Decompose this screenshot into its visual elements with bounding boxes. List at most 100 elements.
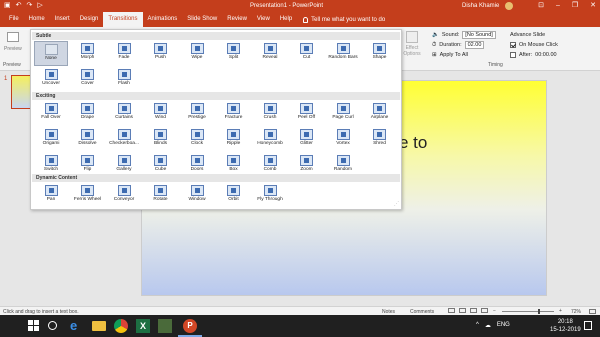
- transition-drape[interactable]: Drape: [71, 101, 105, 126]
- tab-design[interactable]: Design: [75, 12, 104, 27]
- transition-wipe[interactable]: Wipe: [180, 41, 214, 66]
- transition-fracture[interactable]: Fracture: [217, 101, 251, 126]
- normal-view-icon[interactable]: [448, 308, 455, 313]
- transition-split[interactable]: Split: [217, 41, 251, 66]
- transition-peel-off[interactable]: Peel Off: [290, 101, 324, 126]
- slide-title-text[interactable]: e to: [399, 133, 427, 153]
- excel-icon[interactable]: X: [136, 319, 150, 333]
- onedrive-icon[interactable]: ☁: [485, 322, 491, 329]
- close-icon[interactable]: ✕: [590, 1, 596, 11]
- clock[interactable]: 20:18 15-12-2019: [550, 318, 581, 334]
- transition-random-bars[interactable]: Random Bars: [326, 41, 360, 66]
- on-mouse-click-checkbox[interactable]: [510, 42, 516, 48]
- language-indicator[interactable]: ENG: [497, 322, 510, 329]
- transition-window[interactable]: Window: [180, 183, 214, 208]
- tab-home[interactable]: Home: [24, 12, 50, 27]
- after-stepper[interactable]: 00:00.00: [535, 52, 556, 58]
- start-from-beginning-icon[interactable]: ▷: [37, 2, 42, 10]
- duration-stepper[interactable]: 02.00: [464, 41, 485, 49]
- avatar[interactable]: [505, 2, 513, 10]
- notifications-icon[interactable]: [584, 321, 592, 330]
- transition-curtains[interactable]: Curtains: [107, 101, 141, 126]
- search-icon[interactable]: [48, 321, 57, 330]
- transition-orbit[interactable]: Orbit: [217, 183, 251, 208]
- transition-uncover[interactable]: Uncover: [34, 67, 68, 92]
- transition-cover[interactable]: Cover: [71, 67, 105, 92]
- transition-ripple[interactable]: Ripple: [217, 127, 251, 152]
- tab-view[interactable]: View: [252, 12, 275, 27]
- tell-me-box[interactable]: Tell me what you want to do: [303, 16, 385, 23]
- edge-browser-icon[interactable]: e: [70, 319, 84, 333]
- user-name[interactable]: Disha Khamie: [462, 2, 499, 10]
- transition-honeycomb[interactable]: Honeycomb: [253, 127, 287, 152]
- window-title: Presentation1 - PowerPoint: [250, 3, 324, 9]
- tray-expand-icon[interactable]: ^: [476, 322, 479, 329]
- tab-help[interactable]: Help: [275, 12, 297, 27]
- tab-slide-show[interactable]: Slide Show: [182, 12, 222, 27]
- transition-blinds[interactable]: Blinds: [144, 127, 178, 152]
- transition-shape[interactable]: Shape: [363, 41, 397, 66]
- sound-dropdown[interactable]: [No Sound]: [462, 31, 496, 39]
- transition-reveal[interactable]: Reveal: [253, 41, 287, 66]
- save-icon[interactable]: ▣: [4, 2, 11, 10]
- transition-label: Glitter: [300, 141, 313, 146]
- preview-button[interactable]: Preview: [3, 29, 23, 57]
- transition-conveyor[interactable]: Conveyor: [107, 183, 141, 208]
- slide-show-icon[interactable]: [481, 308, 488, 313]
- tab-animations[interactable]: Animations: [143, 12, 183, 27]
- tab-file[interactable]: File: [4, 12, 24, 27]
- zoom-slider-knob[interactable]: [538, 309, 540, 314]
- transition-morph[interactable]: Morph: [71, 41, 105, 66]
- zoom-slider[interactable]: [502, 311, 554, 312]
- resize-grip-icon[interactable]: ⋰: [394, 201, 399, 207]
- powerpoint-icon[interactable]: P: [183, 319, 197, 333]
- transition-origami[interactable]: Origami: [34, 127, 68, 152]
- transition-dissolve[interactable]: Dissolve: [71, 127, 105, 152]
- zoom-out-button[interactable]: −: [493, 308, 496, 314]
- transition-wind[interactable]: Wind: [144, 101, 178, 126]
- transition-ripple-icon: [227, 129, 240, 140]
- transition-fade[interactable]: Fade: [107, 41, 141, 66]
- transition-clock[interactable]: Clock: [180, 127, 214, 152]
- transition-prestige[interactable]: Prestige: [180, 101, 214, 126]
- fit-to-window-icon[interactable]: [589, 309, 596, 314]
- after-checkbox[interactable]: [510, 52, 516, 58]
- transition-crush[interactable]: Crush: [253, 101, 287, 126]
- tab-transitions[interactable]: Transitions: [103, 12, 143, 27]
- restore-icon[interactable]: ❐: [572, 1, 578, 11]
- transition-push[interactable]: Push: [144, 41, 178, 66]
- transition-label: Uncover: [42, 81, 60, 86]
- file-explorer-icon[interactable]: [92, 321, 106, 331]
- transition-fly-through[interactable]: Fly Through: [253, 183, 287, 208]
- slide-sorter-icon[interactable]: [459, 308, 466, 313]
- transition-checkerboa[interactable]: Checkerboa...: [107, 127, 141, 152]
- minimize-icon[interactable]: –: [556, 1, 560, 11]
- apply-to-all-button[interactable]: Apply To All: [440, 52, 468, 58]
- effect-options-button[interactable]: Effect Options: [400, 31, 424, 61]
- reading-view-icon[interactable]: [470, 308, 477, 313]
- transition-cut[interactable]: Cut: [290, 41, 324, 66]
- transition-glitter[interactable]: Glitter: [290, 127, 324, 152]
- transition-airplane[interactable]: Airplane: [363, 101, 397, 126]
- chrome-icon[interactable]: [114, 319, 128, 333]
- transition-vortex[interactable]: Vortex: [326, 127, 360, 152]
- ribbon-display-options-icon[interactable]: ⊡: [538, 1, 544, 11]
- app-icon[interactable]: [158, 319, 172, 333]
- transition-ferris-wheel[interactable]: Ferris Wheel: [71, 183, 105, 208]
- transition-page-curl[interactable]: Page Curl: [326, 101, 360, 126]
- transition-pan[interactable]: Pan: [34, 183, 68, 208]
- tab-insert[interactable]: Insert: [50, 12, 75, 27]
- transition-label: None: [45, 56, 57, 61]
- tab-review[interactable]: Review: [222, 12, 252, 27]
- transition-none[interactable]: None: [34, 41, 68, 66]
- transition-rotate[interactable]: Rotate: [144, 183, 178, 208]
- redo-icon[interactable]: ↷: [27, 2, 33, 10]
- transition-push-icon: [154, 43, 167, 54]
- transition-shred[interactable]: Shred: [363, 127, 397, 152]
- windows-start-icon[interactable]: [27, 319, 41, 333]
- transition-shred-icon: [373, 129, 386, 140]
- transition-fall-over[interactable]: Fall Over: [34, 101, 68, 126]
- undo-icon[interactable]: ↶: [16, 2, 22, 10]
- transition-flash[interactable]: Flash: [107, 67, 141, 92]
- zoom-in-button[interactable]: +: [559, 308, 562, 314]
